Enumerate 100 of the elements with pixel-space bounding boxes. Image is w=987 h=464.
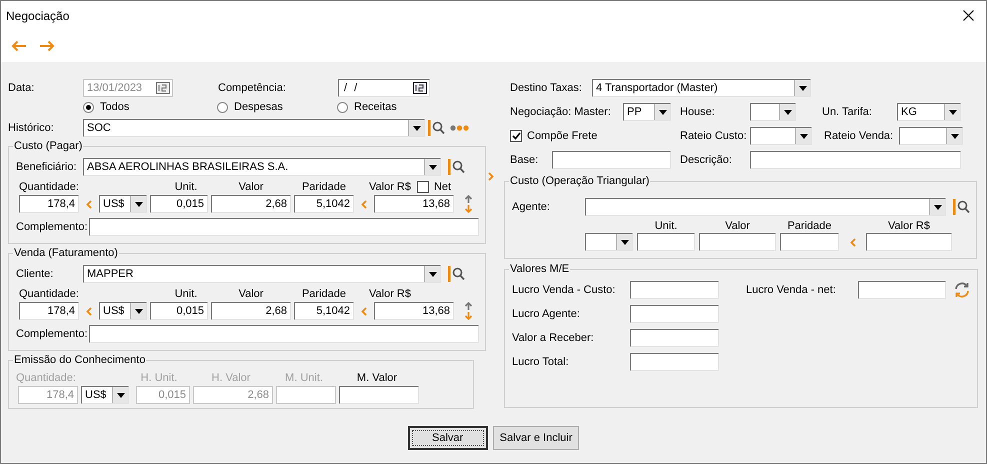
text-field[interactable] — [276, 386, 336, 404]
field-label: Cliente: — [16, 268, 54, 280]
dropdown-arrow-icon — [798, 86, 806, 90]
group-title: Emissão do Conhecimento — [13, 354, 146, 367]
text-field[interactable]: 13,68 — [374, 302, 454, 320]
group-title: Venda (Faturamento) — [13, 247, 119, 260]
close-icon[interactable] — [963, 10, 974, 21]
text-field[interactable] — [552, 151, 671, 169]
field-label: Un. Tarifa: — [822, 106, 873, 118]
dropdown[interactable] — [750, 103, 796, 121]
arrow-left-icon[interactable] — [11, 40, 27, 52]
text-field[interactable] — [630, 305, 719, 323]
checkbox[interactable]: Compõe Frete — [510, 130, 598, 142]
refresh-icon[interactable] — [953, 282, 971, 298]
search-icon[interactable] — [448, 265, 465, 283]
group-title: Valores M/E — [509, 263, 570, 276]
dropdown[interactable]: KG — [897, 103, 961, 121]
dropdown-arrow-icon — [620, 240, 628, 244]
up-down-arrows-icon[interactable] — [464, 302, 472, 320]
column-label: H. Unit. — [140, 372, 178, 384]
field-label: Lucro Venda - net: — [746, 284, 837, 296]
column-label: Unit. — [654, 220, 678, 232]
radio-button[interactable]: Todos — [83, 99, 130, 115]
column-label: H. Valor — [210, 372, 252, 384]
text-field[interactable] — [88, 325, 479, 343]
dropdown[interactable] — [585, 233, 633, 251]
dropdown[interactable]: SOC — [83, 119, 425, 137]
column-label: Valor — [724, 220, 751, 232]
field-label: Lucro Agente: — [512, 308, 581, 320]
text-field[interactable]: 5,1042 — [294, 195, 354, 213]
chevron-left-icon[interactable] — [86, 306, 92, 316]
field-label: Destino Taxas: — [510, 82, 583, 94]
field-label: House: — [680, 106, 716, 118]
text-field[interactable]: 178,4 — [19, 302, 79, 320]
dropdown-arrow-icon — [134, 308, 142, 314]
dropdown-arrow-icon — [428, 164, 436, 170]
search-icon[interactable] — [953, 198, 970, 216]
field-label: Lucro Total: — [512, 356, 570, 368]
field-label: Histórico: — [8, 122, 55, 134]
field-label: Lucro Venda - Custo: — [512, 284, 616, 296]
dropdown-arrow-icon — [116, 392, 124, 398]
more-icon[interactable] — [450, 125, 469, 131]
column-label: Paridade — [786, 220, 833, 232]
column-label: Valor — [238, 288, 264, 300]
arrow-right-icon[interactable] — [39, 40, 55, 52]
text-field[interactable] — [858, 281, 946, 299]
field-label: Rateio Custo: — [680, 130, 748, 142]
chevron-left-icon[interactable] — [361, 200, 367, 208]
text-field[interactable]: 178,4 — [19, 195, 79, 213]
dropdown[interactable]: MAPPER — [83, 265, 441, 283]
radio-button[interactable]: Despesas — [217, 99, 283, 115]
column-label: Unit. — [174, 288, 198, 300]
text-field[interactable]: 13,68 — [374, 195, 454, 213]
text-field[interactable] — [699, 233, 776, 251]
text-field[interactable] — [637, 233, 695, 251]
column-label: M. Unit. — [284, 372, 324, 384]
column-label: Quantidade: — [19, 181, 80, 193]
text-field[interactable] — [630, 353, 719, 371]
text-field[interactable] — [866, 233, 952, 251]
field-label: Complemento: — [16, 328, 89, 340]
field-label: Beneficiário: — [16, 161, 78, 173]
dropdown[interactable]: US$ — [99, 195, 147, 213]
text-field[interactable] — [630, 329, 719, 347]
calendar-icon[interactable] — [413, 82, 427, 94]
chevron-left-icon[interactable] — [361, 306, 367, 316]
form-button[interactable]: Salvar — [408, 426, 488, 450]
chevron-left-icon[interactable] — [86, 200, 92, 208]
search-icon[interactable] — [428, 119, 445, 137]
text-field[interactable]: 2,68 — [211, 195, 291, 213]
dropdown-arrow-icon — [784, 110, 792, 114]
date-field[interactable]: / / — [338, 79, 430, 97]
group-title: Custo (Pagar) — [13, 140, 84, 153]
field-label: Negociação: Master: — [510, 106, 612, 118]
dropdown-arrow-icon — [948, 110, 956, 114]
text-field[interactable] — [339, 386, 419, 404]
form-button[interactable]: Salvar e Incluir — [492, 426, 580, 450]
text-field[interactable]: 2,68 — [211, 302, 291, 320]
column-label: Valor R$ — [369, 288, 411, 300]
text-field[interactable]: 0,015 — [150, 302, 208, 320]
text-field[interactable] — [750, 151, 961, 169]
text-field[interactable] — [780, 233, 839, 251]
column-label: M. Valor — [356, 372, 398, 384]
dropdown[interactable]: US$ — [81, 386, 129, 404]
column-label: Unit. — [174, 181, 198, 193]
up-down-arrows-icon[interactable] — [464, 195, 472, 213]
dropdown[interactable]: 4 Transportador (Master) — [592, 79, 811, 97]
field-label: Data: — [8, 82, 36, 94]
text-field[interactable] — [630, 281, 719, 299]
column-label: Quantidade: — [19, 288, 80, 300]
chevron-right-icon[interactable] — [488, 172, 494, 181]
dropdown[interactable]: ABSA AEROLINHAS BRASILEIRAS S.A. — [83, 158, 441, 176]
search-icon[interactable] — [448, 158, 465, 176]
radio-button[interactable]: Receitas — [337, 99, 397, 115]
text-field[interactable]: 0,015 — [150, 195, 208, 213]
chevron-left-icon[interactable] — [850, 238, 856, 246]
text-field[interactable]: 5,1042 — [294, 302, 354, 320]
text-field[interactable] — [88, 218, 479, 236]
dropdown[interactable]: PP — [623, 103, 671, 121]
dropdown[interactable]: US$ — [99, 302, 147, 320]
checkbox[interactable]: Net — [416, 181, 452, 193]
